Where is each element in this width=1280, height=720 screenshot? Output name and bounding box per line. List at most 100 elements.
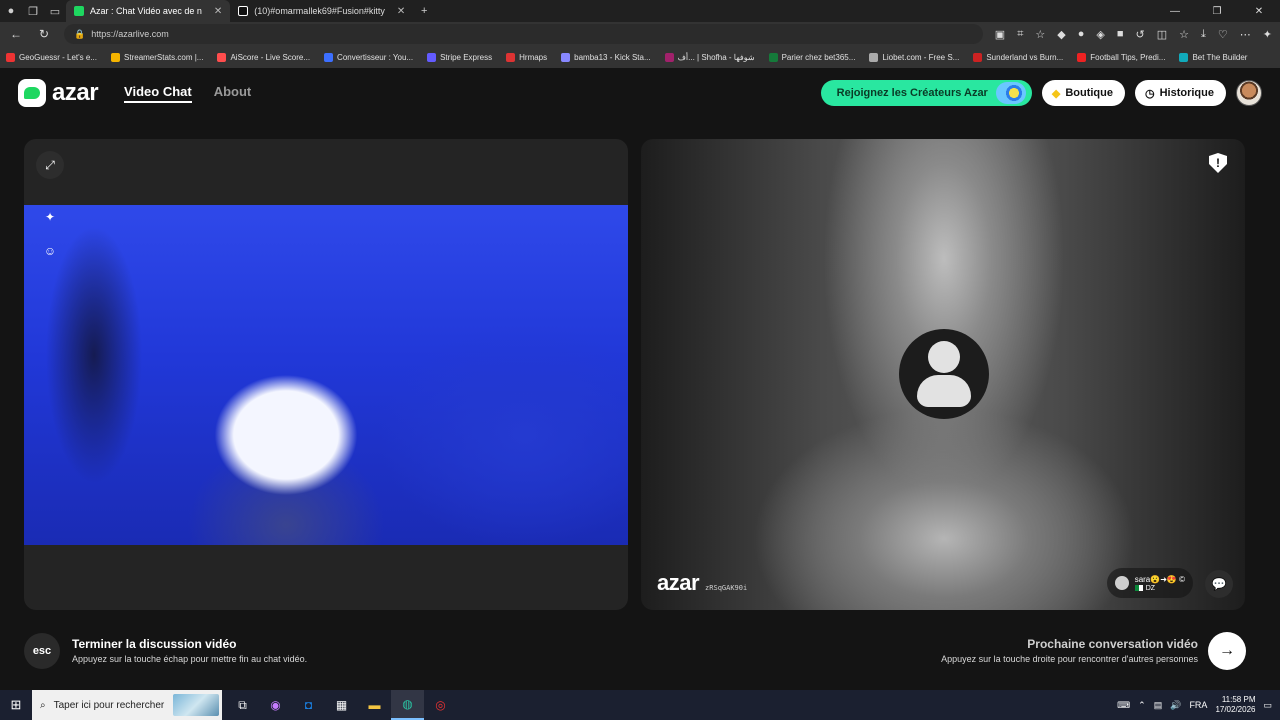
extension-icon[interactable]: ● [1078,28,1085,41]
next-chat-arrow-button[interactable]: → [1208,632,1246,670]
restore-icon[interactable]: ❐ [1196,6,1238,17]
bookmark-item[interactable]: Bet The Builder [1179,52,1247,62]
bookmark-item[interactable]: أف... | Shofha - شوفها [664,52,755,62]
history-button[interactable]: ◷ Historique [1134,80,1226,106]
taskbar-search[interactable]: ⌕ Taper ici pour rechercher [32,690,222,720]
bookmark-label: AiScore - Live Score... [230,52,311,62]
bookmark-favicon-icon [111,52,121,62]
azar-page: azar Video Chat About Rejoignez les Créa… [0,68,1280,690]
edge-browser-icon[interactable]: ◍ [391,690,424,720]
recorder-icon[interactable]: ◎ [424,690,457,720]
new-tab-button[interactable]: + [413,0,435,22]
nav-about[interactable]: About [214,84,252,103]
end-chat-esc-button[interactable]: esc [24,633,60,669]
azar-logo[interactable]: azar [18,79,99,107]
store-icon[interactable]: ▦ [325,690,358,720]
copilot-icon[interactable]: ✦ [1263,28,1272,41]
favorite-star-icon[interactable]: ☆ [1035,28,1045,41]
bookmark-item[interactable]: Parier chez bet365... [768,52,856,62]
local-video-panel: ⤢ ✦ ☺ [24,139,628,610]
extension-icon[interactable]: ◆ [1057,28,1065,41]
close-tab-icon[interactable]: ✕ [214,6,222,17]
close-window-icon[interactable]: ✕ [1238,6,1280,17]
chevron-up-icon[interactable]: ⌃ [1138,700,1146,711]
clock-icon: ◷ [1144,87,1155,100]
taskbar-clock[interactable]: 11:58 PM 17/02/2026 [1215,695,1255,715]
bookmark-item[interactable]: Liobet.com - Free S... [869,52,960,62]
bookmark-item[interactable]: Stripe Express [427,52,492,62]
chat-bubble-icon[interactable]: 💬 [1205,570,1233,598]
extension-icon[interactable]: ◈ [1096,28,1104,41]
user-avatar[interactable] [1236,80,1262,106]
history-label: Historique [1159,87,1214,99]
back-icon[interactable]: ← [8,27,24,41]
clock-date: 17/02/2026 [1215,705,1256,714]
refresh-extension-icon[interactable]: ↺ [1136,28,1145,41]
report-shield-icon[interactable]: ! [1209,153,1227,173]
browser-essentials-icon[interactable]: ♡ [1218,28,1228,41]
tiktok-favicon-icon [238,6,249,16]
next-chat-title: Prochaine conversation vidéo [1027,637,1198,651]
bookmark-label: Liobet.com - Free S... [882,52,960,62]
workspaces-icon[interactable]: ❐ [22,0,44,22]
bookmark-item[interactable]: Hrmaps [506,52,547,62]
bookmark-favicon-icon [561,52,571,62]
volume-icon[interactable]: 🔊 [1170,700,1181,711]
vertical-tabs-icon[interactable]: ▭ [44,0,66,22]
read-aloud-icon[interactable]: ⌗ [1017,28,1023,41]
peer-mini-avatar [1114,576,1129,590]
bookmark-item[interactable]: Sunderland vs Burn... [973,52,1063,62]
minimize-icon[interactable]: — [1154,6,1196,17]
windows-taskbar: ⊞ ⌕ Taper ici pour rechercher ⧉ ◉ ◘ ▦ ▬ … [0,690,1280,720]
windows-start-icon[interactable]: ⊞ [0,690,32,720]
bookmark-item[interactable]: Football Tips, Predi... [1077,52,1165,62]
favorites-icon[interactable]: ☆ [1179,28,1189,41]
creators-badge-icon [995,82,1026,104]
magic-wand-icon[interactable]: ✦ [36,203,64,231]
browser-tab-azar[interactable]: Azar : Chat Vidéo avec de n ✕ [66,0,231,22]
remote-video-panel: ! azar zRSqGAK90i sara😮➜😍 © DZ 💬 [641,139,1245,610]
refresh-icon[interactable]: ↻ [36,27,52,41]
task-view-icon[interactable]: ⧉ [226,690,259,720]
bookmark-item[interactable]: Convertisseur : You... [324,52,414,62]
join-creators-button[interactable]: Rejoignez les Créateurs Azar [820,80,1032,106]
camera-icon[interactable]: ▣ [995,28,1005,41]
url-text: https://azarlive.com [91,29,169,39]
extension-icon[interactable]: ■ [1117,28,1124,41]
bookmark-item[interactable]: AiScore - Live Score... [217,52,311,62]
file-explorer-icon[interactable]: ▬ [358,690,391,720]
split-screen-icon[interactable]: ◫ [1157,28,1167,41]
language-indicator[interactable]: FRA [1189,700,1207,710]
more-menu-icon[interactable]: ⋯ [1240,28,1251,41]
browser-tab-strip: ● ❐ ▭ Azar : Chat Vidéo avec de n ✕ (10)… [0,0,1280,22]
bookmark-favicon-icon [217,52,227,62]
bookmark-favicon-icon [869,52,879,62]
flag-icon [1134,585,1143,591]
bookmark-item[interactable]: bamba13 - Kick Sta... [561,52,651,62]
gem-icon: ◆ [1051,87,1061,100]
bookmark-favicon-icon [973,52,983,62]
url-field[interactable]: 🔒 https://azarlive.com [64,24,983,44]
peer-info-chip[interactable]: sara😮➜😍 © DZ [1106,568,1193,598]
bookmark-label: Convertisseur : You... [337,52,414,62]
bookmark-favicon-icon [1077,52,1087,62]
shop-button[interactable]: ◆ Boutique [1041,80,1125,106]
bookmark-item[interactable]: StreamerStats.com |... [111,52,203,62]
face-filter-icon[interactable]: ☺ [36,237,64,265]
window-controls: — ❐ ✕ [1154,6,1280,17]
bookmark-favicon-icon [506,52,516,62]
expand-icon[interactable]: ⤢ [36,151,64,179]
bookmark-item[interactable]: GeoGuessr - Let's e... [6,52,97,62]
profile-icon[interactable]: ● [0,0,22,22]
bookmark-favicon-icon [6,52,15,62]
keyboard-icon[interactable]: ⌨ [1117,700,1130,711]
network-icon[interactable]: ▤ [1154,700,1163,711]
browser-tab-tiktok[interactable]: (10)#omarmallek69#Fusion#kitty ✕ [230,0,413,22]
notifications-icon[interactable]: ▭ [1263,700,1272,711]
outlook-icon[interactable]: ◘ [292,690,325,720]
close-tab-icon[interactable]: ✕ [397,6,405,17]
nav-video-chat[interactable]: Video Chat [124,84,192,103]
copilot-app-icon[interactable]: ◉ [259,690,292,720]
bookmark-label: Parier chez bet365... [781,52,856,62]
downloads-icon[interactable]: ⤓ [1201,28,1206,41]
